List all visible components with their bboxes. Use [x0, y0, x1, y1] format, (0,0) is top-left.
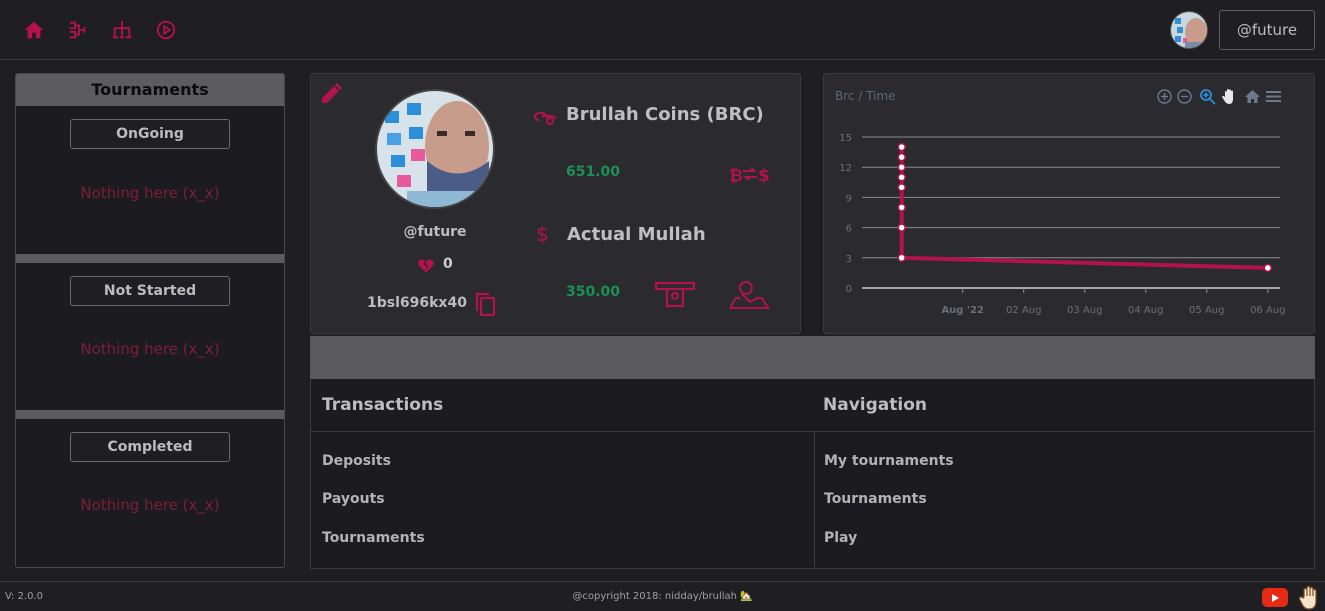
- brc-time-chart: 0 3 6 9 12 15 Aug '22 02 Aug 03 Aug 04 Aug 05 Aug 0…: [839, 133, 1285, 316]
- wallet-id: 1bsl696kx40: [367, 295, 467, 311]
- footer: V: 2.0.0 @copyright 2018: nidday/brullah…: [0, 581, 1325, 611]
- profile-avatar[interactable]: [375, 89, 495, 209]
- y-tick-label: 9: [846, 193, 852, 204]
- separator-band: [310, 336, 1315, 379]
- svg-text:$: $: [758, 166, 770, 185]
- svg-text:₿: ₿: [729, 166, 743, 185]
- data-point: [897, 162, 906, 172]
- coins-value: 651.00: [566, 164, 621, 180]
- navigation-title: Navigation: [823, 395, 927, 415]
- tournaments-title: Tournaments: [16, 74, 284, 106]
- tournament-bracket-icon[interactable]: [66, 18, 90, 42]
- coins-icon: [533, 104, 557, 128]
- completed-section: Completed Nothing here (x_x): [16, 419, 284, 567]
- copy-icon[interactable]: [473, 291, 497, 317]
- not-started-empty-text: Nothing here (x_x): [80, 340, 220, 358]
- mullah-title: Actual Mullah: [567, 224, 706, 245]
- my-tournaments-link[interactable]: My tournaments: [824, 453, 954, 469]
- transactions-title: Transactions: [322, 395, 444, 415]
- y-tick-label: 6: [846, 224, 852, 235]
- mullah-value: 350.00: [566, 284, 621, 300]
- hand-cursor-icon[interactable]: [1298, 585, 1320, 611]
- ongoing-section: OnGoing Nothing here (x_x): [16, 106, 284, 254]
- hierarchy-icon[interactable]: [110, 18, 134, 42]
- transactions-tournaments-link[interactable]: Tournaments: [322, 530, 425, 546]
- home-icon[interactable]: [22, 18, 46, 42]
- ongoing-empty-text: Nothing here (x_x): [80, 184, 220, 202]
- dollar-icon: $: [536, 222, 549, 246]
- user-avatar-small[interactable]: [1170, 11, 1208, 49]
- data-point: [897, 253, 906, 263]
- chart-card: Brc / Time 0 3 6 9 12 15 Aug '22 02 Aug 03 Aug 04…: [823, 73, 1315, 334]
- top-navbar: @future: [0, 0, 1325, 60]
- not-started-section: Not Started Nothing here (x_x): [16, 263, 284, 410]
- y-tick-label: 15: [839, 133, 852, 144]
- divider: [311, 431, 1314, 432]
- hearts-count: 0: [443, 256, 453, 272]
- copyright-text: @copyright 2018: nidday/brullah 🏡: [572, 591, 753, 602]
- completed-empty-text: Nothing here (x_x): [80, 496, 220, 514]
- data-point: [897, 142, 906, 152]
- pencil-icon[interactable]: [319, 82, 343, 106]
- x-tick-label: 02 Aug: [1006, 305, 1041, 316]
- x-tick-label: 06 Aug: [1250, 305, 1285, 316]
- x-tick-label: 05 Aug: [1189, 305, 1224, 316]
- y-tick-label: 3: [846, 254, 852, 265]
- x-tick-label: Aug '22: [941, 305, 984, 316]
- data-point: [897, 173, 906, 182]
- play-circle-icon[interactable]: [154, 18, 178, 42]
- data-point: [897, 203, 906, 212]
- x-tick-label: 03 Aug: [1067, 305, 1102, 316]
- youtube-icon[interactable]: [1262, 588, 1288, 607]
- deposit-money-icon[interactable]: [728, 278, 770, 310]
- not-started-button[interactable]: Not Started: [70, 276, 230, 306]
- data-point: [897, 183, 906, 192]
- section-divider: [16, 254, 284, 263]
- x-tick-label: 04 Aug: [1128, 305, 1163, 316]
- data-point: [1263, 263, 1273, 273]
- coins-title: Brullah Coins (BRC): [566, 104, 764, 125]
- play-link[interactable]: Play: [824, 530, 857, 546]
- section-divider: [16, 410, 284, 419]
- divider: [814, 431, 815, 567]
- withdraw-money-icon[interactable]: [654, 280, 696, 308]
- profile-card: @future 0 1bsl696kx40 Brullah Coins (BRC…: [310, 73, 801, 334]
- tournaments-panel: Tournaments OnGoing Nothing here (x_x) N…: [15, 73, 285, 568]
- ongoing-button[interactable]: OnGoing: [70, 119, 230, 149]
- username-button[interactable]: @future: [1219, 10, 1315, 50]
- navigation-tournaments-link[interactable]: Tournaments: [824, 491, 927, 507]
- payouts-link[interactable]: Payouts: [322, 491, 385, 507]
- series-line: [899, 147, 1268, 270]
- data-point: [897, 223, 906, 232]
- deposits-link[interactable]: Deposits: [322, 453, 391, 469]
- y-tick-label: 0: [846, 284, 852, 295]
- links-panel: Transactions Navigation Deposits Payouts…: [310, 379, 1315, 569]
- broken-heart-icon[interactable]: [417, 257, 435, 275]
- y-tick-label: 12: [839, 163, 852, 174]
- exchange-icon[interactable]: ₿ $: [729, 163, 771, 186]
- profile-username: @future: [403, 224, 467, 240]
- data-point: [897, 152, 906, 162]
- completed-button[interactable]: Completed: [70, 432, 230, 462]
